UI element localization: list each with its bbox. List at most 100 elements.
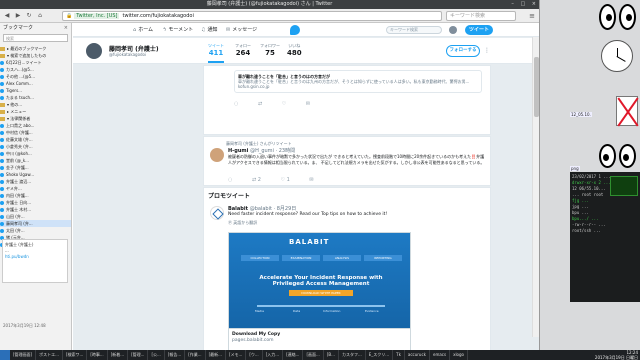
close-button[interactable]: × [532, 0, 536, 9]
balabit-logo-icon[interactable] [210, 206, 224, 220]
like-icon[interactable]: ♡ 1 [281, 177, 290, 183]
preview-link[interactable]: hti.pu/bwdn [5, 254, 65, 260]
nav-messages[interactable]: ✉ メッセージ [226, 23, 257, 37]
bookmark-item[interactable]: ▾ 検索で追加したもの [0, 52, 71, 59]
browser-search-input[interactable]: キーワード検索 [446, 11, 516, 21]
page-scrollbar[interactable] [532, 37, 539, 337]
stat-following[interactable]: フォロー 264 [235, 43, 251, 58]
taskbar-task[interactable]: xlogo [450, 350, 468, 360]
bookmark-item[interactable]: 太田 (弁... [0, 227, 71, 234]
avatar[interactable] [210, 148, 224, 162]
promoted-tweet-section[interactable]: プロモツイート Balabit @balabit · 8月29日 Need fa… [203, 187, 491, 350]
bookmark-search-input[interactable]: 検索 [3, 34, 68, 42]
taskbar-task[interactable]: E_スクリ... [366, 350, 394, 360]
nav-notifications[interactable]: ♫ 通知 [201, 23, 218, 37]
taskbar-task[interactable]: カスタフ... [339, 350, 366, 360]
start-menu-icon[interactable] [0, 350, 10, 360]
dm-icon[interactable]: ✉ [309, 177, 313, 183]
dm-icon[interactable]: ✉ [306, 101, 310, 107]
tweet-button[interactable]: ツイート [465, 25, 493, 35]
promo-card-caption[interactable]: Download My Copy pages.balabit.com [228, 329, 411, 350]
taskbar-task[interactable]: accuruck [405, 350, 430, 360]
home-button[interactable]: ⌂ [36, 12, 44, 20]
reply-icon[interactable]: ◌ [234, 101, 238, 107]
reload-button[interactable]: ↻ [25, 12, 33, 20]
avatar[interactable] [449, 26, 457, 34]
bookmark-item[interactable]: 小倉秀夫 (弁... [0, 143, 71, 150]
url-bar[interactable]: 🔒 Twitter, Inc. [US] twitter.com/fujiokata… [62, 11, 442, 21]
bookmark-item[interactable]: 堂前 (@_k... [0, 157, 71, 164]
bookmark-item[interactable]: ▾ 他の... [0, 101, 71, 108]
tweet-author[interactable]: H-gumi @H_gumi · 23時間 [228, 147, 295, 154]
bookmark-item[interactable]: 6月22日...ツイート [0, 59, 71, 66]
tweet-card[interactable]: 車が離れ違うことを「駐合」と言うのはの方言だが 車が離れ違うことを「駐合」と言う… [203, 65, 491, 135]
promo-author[interactable]: Balabit @balabit · 8月29日 [228, 205, 296, 212]
minimize-button[interactable]: – [511, 0, 514, 9]
desktop-file-label-2[interactable]: png [570, 166, 580, 171]
desktop-file-label[interactable]: 12_05.10. [570, 112, 592, 117]
link-preview-card[interactable]: 車が離れ違うことを「駐合」と言うのはの方言だが 車が離れ違うことを「駐合」と言う… [234, 70, 482, 93]
retweet-icon[interactable]: ⇄ [258, 101, 262, 107]
bookmark-item[interactable]: 弁護士 木村... [0, 206, 71, 213]
retweet-icon[interactable]: ⇄ 2 [252, 177, 261, 183]
taskbar-task[interactable]: Tk [393, 350, 405, 360]
bookmark-item[interactable]: 金子 (弁護... [0, 164, 71, 171]
bookmark-item[interactable]: ▸ 最近のブックマーク [0, 45, 71, 52]
taskbar-task[interactable]: [作業... [185, 350, 206, 360]
taskbar-task[interactable]: ポストエ... [36, 350, 63, 360]
profile-avatar[interactable] [85, 42, 103, 60]
taskbar-task[interactable]: [連絡... [283, 350, 304, 360]
taskbar-task[interactable]: [ウ... [246, 350, 263, 360]
hamburger-menu-icon[interactable]: ≡ [529, 12, 535, 20]
bookmark-item[interactable]: その他 ...(@5... [0, 73, 71, 80]
taskbar-task[interactable]: [最新... [206, 350, 226, 360]
bookmark-item[interactable]: 弁護士 渡辺... [0, 178, 71, 185]
tweet-card-2[interactable]: 藤岡孝司 (弁護士) さんがリツイート H-gumi @H_gumi · 23時… [203, 136, 491, 186]
nav-home[interactable]: ⌂ ホーム [133, 23, 153, 37]
reply-icon[interactable]: ◌ [228, 177, 232, 183]
like-icon[interactable]: ♡ [282, 101, 286, 107]
bookmark-item[interactable]: Tigers... [0, 87, 71, 94]
taskbar-task[interactable]: [新着... [108, 350, 129, 360]
taskbar-task[interactable]: [画面... [303, 350, 324, 360]
maximize-button[interactable]: □ [520, 0, 525, 9]
bookmark-item[interactable]: 中川 (@koh... [0, 150, 71, 157]
follow-button[interactable]: フォローする [446, 45, 480, 57]
taskbar-task[interactable]: [検索ワ... [63, 350, 88, 360]
bookmark-item[interactable]: ▸ メニュー [0, 108, 71, 115]
twitter-bird-icon[interactable] [290, 25, 300, 35]
bookmark-item[interactable]: Alex Comm... [0, 80, 71, 87]
twitter-search-input[interactable]: キーワード検索 [386, 26, 442, 34]
taskbar-task[interactable]: [入力... [263, 350, 284, 360]
taskbar-task[interactable]: [時事... [87, 350, 108, 360]
promo-image[interactable]: BALABIT COLLECTION EXAMINATION ANALYSIS … [228, 232, 411, 329]
bookmark-item[interactable]: 上口貴之 abo... [0, 122, 71, 129]
bookmark-item[interactable]: ▾ 法律関係者 [0, 115, 71, 122]
stat-followers[interactable]: フォロワー 75 [260, 43, 280, 58]
nav-moments[interactable]: ϟ モーメント [163, 23, 193, 37]
taskbar-task[interactable]: [報告... [165, 350, 186, 360]
taskbar-task[interactable]: [管理画面] [10, 350, 37, 360]
taskbar-task[interactable]: [メモ... [226, 350, 247, 360]
stat-likes[interactable]: いいね 480 [287, 43, 302, 58]
taskbar-task[interactable]: emacs [430, 350, 451, 360]
bookmark-item[interactable]: 弁護士 日向... [0, 199, 71, 206]
back-button[interactable]: ◀ [3, 12, 11, 20]
more-options-icon[interactable]: ⋮ [484, 47, 490, 54]
taskbar-task[interactable]: [B... [324, 350, 339, 360]
bookmark-item[interactable]: 内田 (弁護... [0, 192, 71, 199]
bookmark-item[interactable]: ヤメ弁... [0, 185, 71, 192]
bookmark-item[interactable]: 藤岡孝司 (弁... [0, 220, 71, 227]
taskbar-task[interactable]: [管理... [128, 350, 149, 360]
bookmark-item[interactable]: 山田 (弁... [0, 213, 71, 220]
taskbar-clock[interactable]: 12:24 2017年3月19日 日曜日 [591, 350, 638, 360]
bookmark-item[interactable]: たまる tsuch... [0, 94, 71, 101]
site-identity-badge[interactable]: Twitter, Inc. [US] [74, 13, 120, 19]
bookmark-item[interactable]: 中村信 (弁護... [0, 129, 71, 136]
scrollbar-thumb[interactable] [534, 57, 539, 117]
forward-button[interactable]: ▶ [14, 12, 22, 20]
sidebar-close-icon[interactable]: × [64, 23, 68, 33]
taskbar-task[interactable]: [公... [148, 350, 165, 360]
bookmark-item[interactable]: 佐藤文雄 (弁... [0, 136, 71, 143]
bookmark-item[interactable]: Shoko Ugaw... [0, 171, 71, 178]
